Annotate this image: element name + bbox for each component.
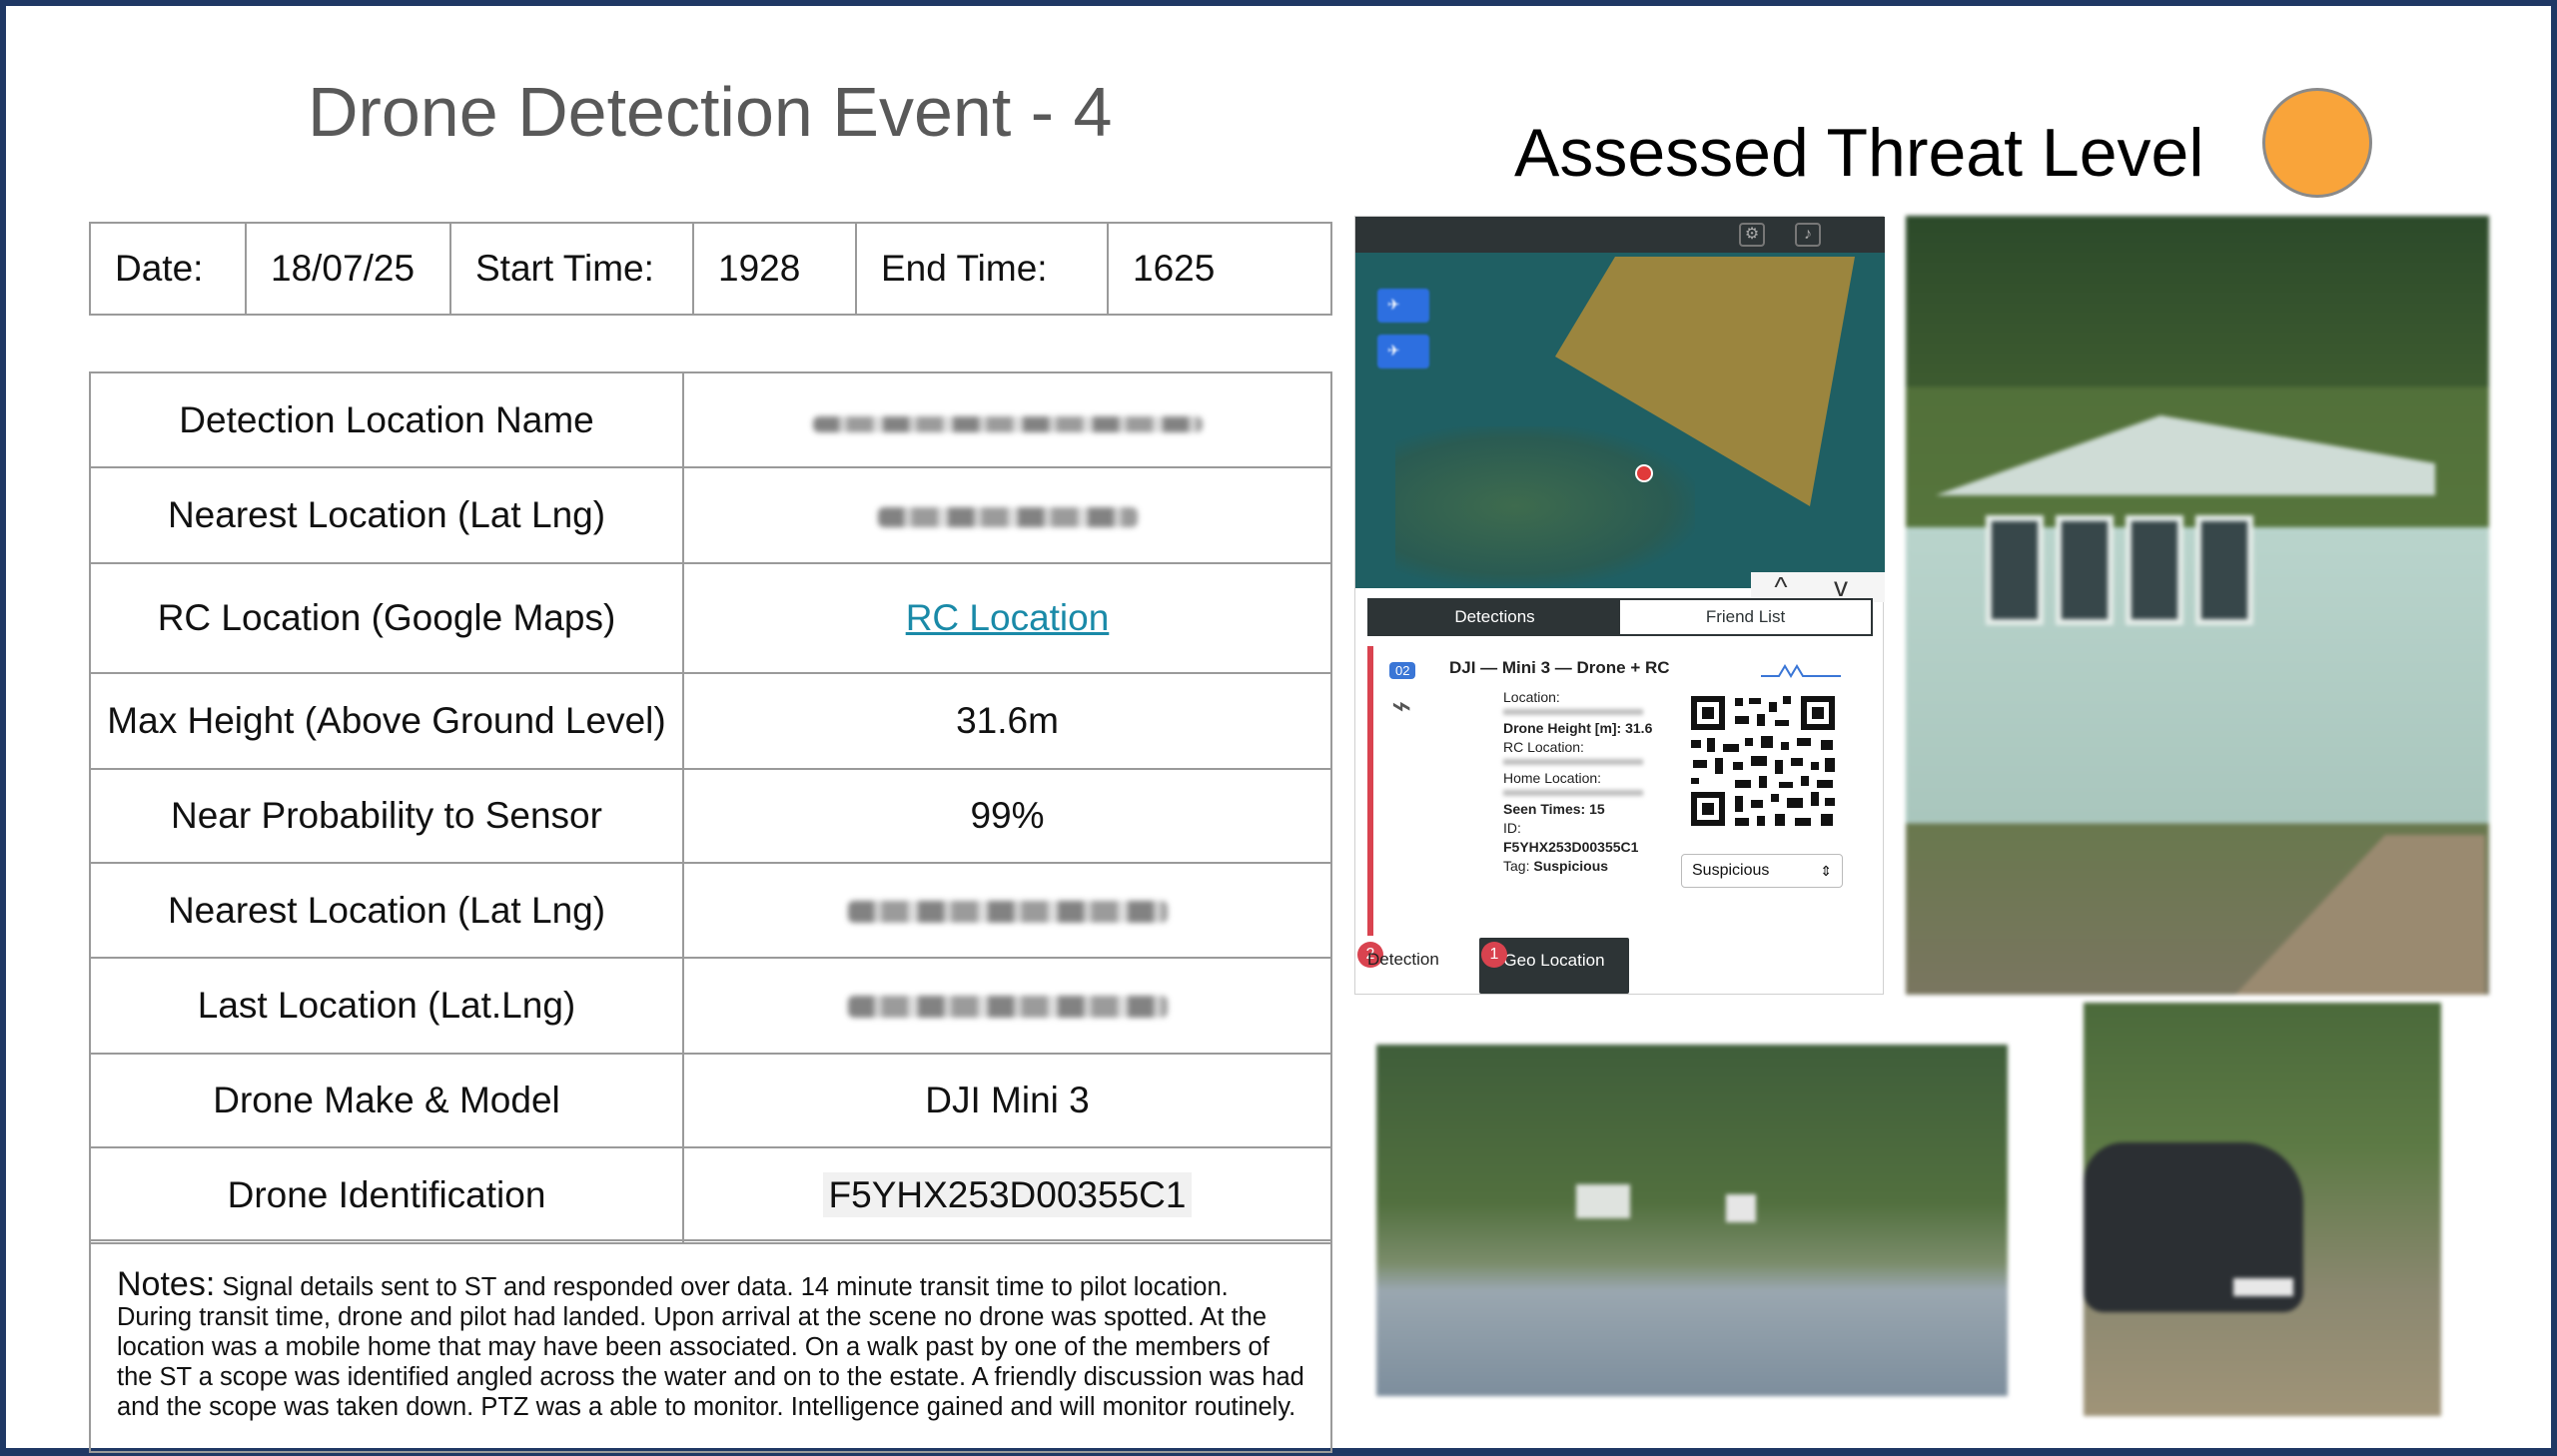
tag-value: Suspicious bbox=[1533, 858, 1609, 874]
photo-window bbox=[2126, 515, 2183, 625]
qr-code-icon bbox=[1683, 688, 1843, 834]
drone-make-model-key: Drone Make & Model bbox=[89, 1053, 684, 1148]
location-label: Location: bbox=[1503, 689, 1560, 705]
drone-height-line: Drone Height [m]: 31.6 bbox=[1503, 720, 1653, 736]
notes-text: Signal details sent to ST and responded … bbox=[117, 1273, 1304, 1421]
date-value: 18/07/25 bbox=[245, 222, 451, 316]
date-label: Date: bbox=[89, 222, 247, 316]
photo-caravan bbox=[1576, 1184, 1630, 1218]
redacted-value bbox=[1503, 709, 1643, 715]
table-row: Near Probability to Sensor 99% bbox=[89, 768, 1332, 864]
photo-path bbox=[2235, 835, 2485, 995]
threat-level-title: Assessed Threat Level bbox=[1514, 115, 2204, 191]
drone-identification-value: F5YHX253D00355C1 bbox=[682, 1146, 1332, 1244]
start-time-label: Start Time: bbox=[449, 222, 694, 316]
rc-location-label: RC Location: bbox=[1503, 739, 1584, 755]
redacted-value bbox=[847, 996, 1168, 1018]
redacted-value bbox=[847, 900, 1168, 923]
seen-times-value: 15 bbox=[1589, 801, 1605, 817]
drone-make-model-value: DJI Mini 3 bbox=[682, 1053, 1332, 1148]
detection-number-badge: 02 bbox=[1389, 662, 1416, 679]
table-row: Drone Make & Model DJI Mini 3 bbox=[89, 1053, 1332, 1148]
sound-icon[interactable]: ♪ bbox=[1795, 223, 1821, 247]
detection-app-screenshot: ⚙ ♪ ^v Detections Friend List 02 DJI — M… bbox=[1354, 216, 1885, 996]
start-time-value: 1928 bbox=[692, 222, 857, 316]
rc-location-key: RC Location (Google Maps) bbox=[89, 562, 684, 674]
tag-select[interactable]: Suspicious ⇕ bbox=[1681, 854, 1843, 888]
rc-location-link[interactable]: RC Location bbox=[906, 597, 1110, 638]
table-row: RC Location (Google Maps) RC Location bbox=[89, 562, 1332, 674]
detection-fields: Location: Drone Height [m]: 31.6 RC Loca… bbox=[1503, 688, 1652, 876]
detection-title: DJI — Mini 3 — Drone + RC bbox=[1449, 658, 1670, 677]
drone-id: F5YHX253D00355C1 bbox=[822, 1172, 1193, 1217]
tab-detection[interactable]: Detection bbox=[1367, 950, 1439, 970]
table-row: Last Location (Lat.Lng) bbox=[89, 957, 1332, 1055]
car-photo bbox=[2084, 1003, 2441, 1416]
end-time-label: End Time: bbox=[855, 222, 1109, 316]
drone-identification-key: Drone Identification bbox=[89, 1146, 684, 1244]
tab-detections[interactable]: Detections bbox=[1369, 600, 1620, 634]
max-height-key: Max Height (Above Ground Level) bbox=[89, 672, 684, 770]
near-probability-value: 99% bbox=[682, 768, 1332, 864]
nearest-location-value bbox=[682, 466, 1332, 564]
near-probability-key: Near Probability to Sensor bbox=[89, 768, 684, 864]
bottom-tabs: 2 Detection Geo Location 1 bbox=[1355, 938, 1885, 996]
last-location-key: Last Location (Lat.Lng) bbox=[89, 957, 684, 1055]
home-location-label: Home Location: bbox=[1503, 770, 1602, 786]
max-height-value: 31.6m bbox=[682, 672, 1332, 770]
photo-window bbox=[2195, 515, 2253, 625]
id-label: ID: bbox=[1503, 820, 1521, 836]
location-pin-icon[interactable] bbox=[1635, 464, 1653, 482]
redacted-value bbox=[877, 507, 1138, 527]
chevron-updown-icon: ⇕ bbox=[1820, 863, 1832, 879]
nearest-location-key: Nearest Location (Lat Lng) bbox=[89, 466, 684, 564]
detection-card[interactable]: 02 DJI — Mini 3 — Drone + RC ⌁ Location:… bbox=[1367, 646, 1873, 936]
nearest-location-2-key: Nearest Location (Lat Lng) bbox=[89, 862, 684, 959]
last-location-value bbox=[682, 957, 1332, 1055]
map-view: ⚙ ♪ bbox=[1355, 217, 1885, 588]
detection-location-name-value bbox=[682, 371, 1332, 468]
redacted-value bbox=[812, 415, 1203, 432]
redacted-value bbox=[1503, 790, 1643, 796]
lake-ptz-photo bbox=[1376, 1045, 2008, 1396]
notes-box: Notes: Signal details sent to ST and res… bbox=[89, 1239, 1332, 1453]
redacted-value bbox=[1503, 759, 1643, 765]
mobile-home-photo bbox=[1906, 216, 2489, 995]
tag-label: Tag: bbox=[1503, 858, 1530, 874]
table-row: Detection Location Name bbox=[89, 371, 1332, 468]
photo-caravan bbox=[1726, 1194, 1756, 1222]
tag-select-value: Suspicious bbox=[1692, 862, 1770, 879]
hide-drone-cones-button[interactable] bbox=[1377, 335, 1429, 368]
table-row: Nearest Location (Lat Lng) bbox=[89, 862, 1332, 959]
photo-window bbox=[1986, 515, 2044, 625]
table-row: Drone Identification F5YHX253D00355C1 bbox=[89, 1146, 1332, 1244]
tab-friend-list[interactable]: Friend List bbox=[1620, 600, 1871, 634]
nearest-location-2-value bbox=[682, 862, 1332, 959]
end-time-value: 1625 bbox=[1107, 222, 1332, 316]
seen-times-label: Seen Times: bbox=[1503, 801, 1586, 817]
photo-plate bbox=[2233, 1278, 2293, 1296]
drone-icon: ⌁ bbox=[1391, 687, 1412, 725]
geo-location-count-badge: 1 bbox=[1481, 942, 1507, 968]
detection-info-table: Detection Location Name Nearest Location… bbox=[89, 371, 1332, 1244]
photo-window bbox=[2056, 515, 2114, 625]
map-terrain bbox=[1395, 426, 1695, 586]
photo-roof bbox=[1936, 415, 2435, 495]
id-value: F5YHX253D00355C1 bbox=[1503, 839, 1639, 855]
rc-location-value: RC Location bbox=[682, 562, 1332, 674]
notes-label: Notes: bbox=[117, 1265, 216, 1303]
detections-tabs: Detections Friend List bbox=[1367, 598, 1873, 636]
table-row: Max Height (Above Ground Level) 31.6m bbox=[89, 672, 1332, 770]
tab-geo-location-label: Geo Location bbox=[1503, 951, 1605, 970]
signal-wave-icon bbox=[1761, 664, 1841, 678]
detection-location-name-key: Detection Location Name bbox=[89, 371, 684, 468]
threat-level-indicator bbox=[2262, 88, 2372, 198]
gear-icon[interactable]: ⚙ bbox=[1739, 223, 1765, 247]
page-title: Drone Detection Event - 4 bbox=[308, 73, 1113, 151]
table-row: Nearest Location (Lat Lng) bbox=[89, 466, 1332, 564]
map-toolbar: ⚙ ♪ bbox=[1355, 217, 1885, 253]
hide-rc-cones-button[interactable] bbox=[1377, 289, 1429, 323]
date-time-table: Date: 18/07/25 Start Time: 1928 End Time… bbox=[89, 222, 1332, 316]
